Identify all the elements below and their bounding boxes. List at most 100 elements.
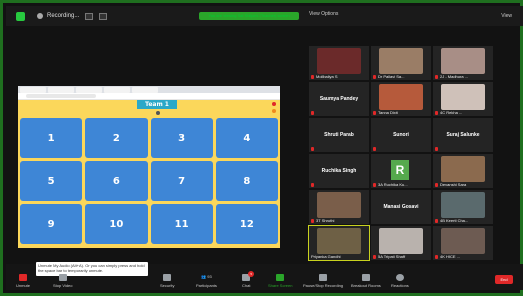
recording-control-label: Pause/Stop Recording — [303, 283, 344, 288]
close-icon — [272, 102, 276, 106]
pause-recording-icon[interactable] — [85, 12, 94, 20]
breakout-rooms-button[interactable]: Breakout Rooms — [351, 274, 381, 288]
stop-recording-icon[interactable] — [99, 12, 108, 20]
indicator-dot — [156, 111, 160, 115]
participant-video — [379, 84, 423, 110]
reactions-button[interactable]: Reactions — [391, 274, 409, 288]
pause-stop-recording-button[interactable]: Pause/Stop Recording — [303, 274, 343, 288]
chat-badge: 5 — [248, 271, 255, 277]
shield-icon — [163, 274, 172, 281]
chat-bubble-icon: 5 — [242, 271, 255, 281]
number-tile: 7 — [150, 161, 213, 201]
participant-name: 5A Tripati Shaff — [378, 254, 406, 259]
participant-avatar: R — [391, 160, 409, 180]
security-label: Security — [160, 283, 175, 288]
share-screen-label: Share Screen — [268, 283, 293, 288]
mic-muted-icon — [311, 183, 314, 187]
participants-button[interactable]: 👥 93 Participants — [196, 274, 217, 288]
participant-name: 4B Keerti Cha... — [440, 218, 469, 223]
number-tile: 11 — [150, 204, 213, 244]
participant-name: Sunori — [393, 132, 409, 138]
participant-tile[interactable]: Shruti Parab — [309, 118, 369, 152]
participant-video — [317, 192, 361, 218]
video-camera-icon — [58, 274, 67, 281]
view-options-button[interactable]: View Options — [309, 11, 338, 17]
mic-muted-icon — [311, 75, 314, 79]
stop-video-label: Stop Video — [53, 283, 73, 288]
browser-tabs — [18, 86, 280, 93]
participant-tile[interactable]: 3T Shruthi — [309, 190, 369, 224]
zoom-window: Recording... You are viewing Sai Shilpa'… — [0, 0, 523, 296]
screen-share-banner: You are viewing Sai Shilpa's (Teacher) s… — [199, 12, 299, 20]
number-tile: 12 — [215, 204, 278, 244]
mic-muted-icon — [373, 111, 376, 115]
mic-muted-icon — [435, 255, 438, 259]
participant-name: Mollbaliya S — [316, 74, 338, 79]
mic-muted-icon — [373, 183, 376, 187]
mic-muted-icon — [311, 111, 314, 115]
view-button[interactable]: View — [501, 13, 512, 19]
participant-video — [317, 228, 361, 254]
number-tile: 10 — [85, 204, 148, 244]
participant-name: Devanshi Sara — [440, 182, 467, 187]
participant-name: Dr Pallavi Sa... — [378, 74, 405, 79]
number-tile: 3 — [150, 118, 213, 158]
stop-video-button[interactable]: Stop Video — [53, 274, 73, 288]
participant-name: Saumya Pandey — [319, 96, 359, 102]
mic-muted-icon — [311, 219, 314, 223]
participant-gallery: Mollbaliya S Dr Pallavi Sa... 2J - Madhura… — [308, 46, 495, 264]
browser-tab — [104, 87, 130, 93]
security-button[interactable]: Security — [160, 274, 174, 288]
participant-tile[interactable]: Dr Pallavi Sa... — [371, 46, 431, 80]
participant-tile[interactable]: 2J - Madhura ... — [433, 46, 493, 80]
browser-address-bar — [18, 93, 280, 100]
participant-tile[interactable]: 4K HICE ... — [433, 226, 493, 260]
participant-name: Manasi Gosavi — [383, 204, 419, 210]
participant-tile[interactable]: 4B Keerti Cha... — [433, 190, 493, 224]
breakout-rooms-icon — [361, 274, 370, 281]
unmute-button[interactable]: Unmute — [16, 274, 30, 288]
participant-tile[interactable]: Devanshi Sara — [433, 154, 493, 188]
share-screen-button[interactable]: Share Screen — [268, 274, 292, 288]
participant-tile[interactable]: Tanna Dixit — [371, 82, 431, 116]
participant-tile[interactable]: Suraj Salunke — [433, 118, 493, 152]
chat-button[interactable]: 5 Chat — [242, 271, 255, 288]
participant-video — [379, 228, 423, 254]
shared-screen: Team 1 1 2 3 4 5 6 7 8 9 10 11 12 — [18, 86, 280, 248]
reactions-label: Reactions — [391, 283, 409, 288]
mic-muted-icon — [435, 183, 438, 187]
participant-video — [317, 48, 361, 74]
number-tile: 1 — [20, 118, 83, 158]
number-tile: 8 — [215, 161, 278, 201]
participants-label: Participants — [196, 283, 217, 288]
security-shield-icon[interactable] — [16, 11, 25, 21]
participant-name: Priyanka Gandhi — [311, 254, 341, 259]
chat-label: Chat — [242, 283, 251, 288]
pause-stop-icon — [319, 274, 328, 281]
participant-video — [379, 48, 423, 74]
participant-tile[interactable]: Saumya Pandey — [309, 82, 369, 116]
participant-tile[interactable]: Sunori — [371, 118, 431, 152]
mic-muted-icon — [373, 255, 376, 259]
participant-tile[interactable]: Manasi Gosavi — [371, 190, 431, 224]
participant-tile[interactable]: R 3A Ruchika Ku... — [371, 154, 431, 188]
participant-tile[interactable]: 5A Tripati Shaff — [371, 226, 431, 260]
mic-muted-icon — [435, 219, 438, 223]
participants-count: 93 — [207, 274, 212, 279]
browser-tab — [48, 87, 74, 93]
recording-icon — [37, 13, 43, 19]
end-meeting-button[interactable]: End — [495, 275, 513, 284]
mic-muted-icon — [435, 147, 438, 151]
participant-name: 3T Shruthi — [316, 218, 335, 223]
people-icon: 👥 93 — [196, 274, 217, 281]
url-field — [26, 94, 96, 98]
participant-tile[interactable]: Ruchika Singh — [309, 154, 369, 188]
participant-tile[interactable]: 4C Rekha ... — [433, 82, 493, 116]
browser-tab — [76, 87, 102, 93]
team-label: Team 1 — [137, 100, 177, 109]
participant-tile[interactable]: Mollbaliya S — [309, 46, 369, 80]
number-tile: 2 — [85, 118, 148, 158]
reactions-icon — [395, 274, 404, 281]
browser-tab — [20, 87, 46, 93]
participant-tile[interactable]: Priyanka Gandhi — [308, 225, 370, 261]
